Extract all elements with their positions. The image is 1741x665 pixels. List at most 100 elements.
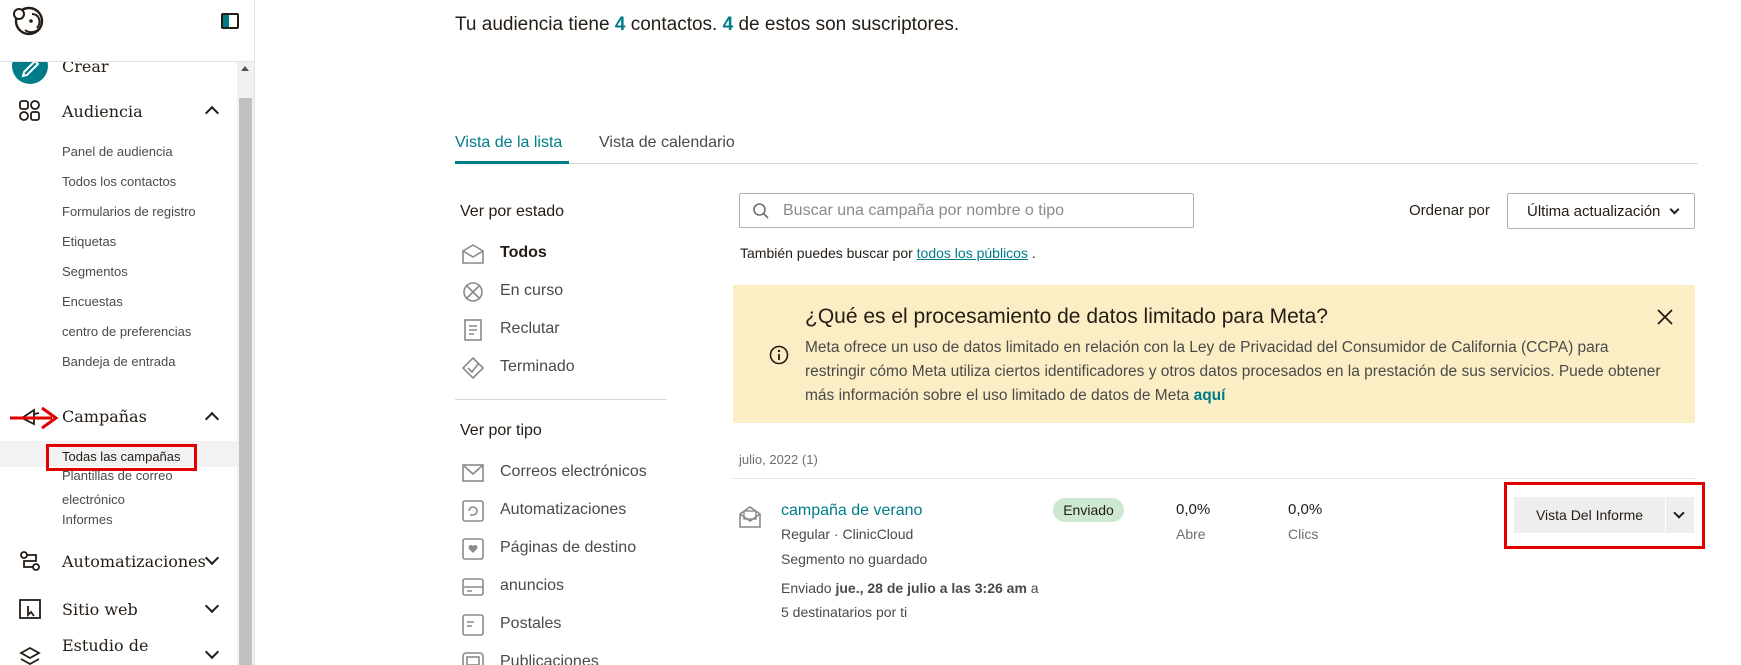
chevron-up-icon[interactable]: [204, 411, 220, 427]
sidebar-item-preferencias[interactable]: centro de preferencias: [62, 324, 191, 339]
filter-todos-label: Todos: [500, 244, 547, 261]
scroll-up-icon[interactable]: [241, 66, 249, 71]
sent-email-icon: [739, 506, 761, 528]
campaign-segment: Segmento no guardado: [781, 551, 928, 567]
draft-icon: [464, 319, 482, 341]
annotation-highlight-box: [46, 444, 197, 471]
sidebar-item-todos-contactos[interactable]: Todos los contactos: [62, 174, 176, 189]
filter-terminado-label: Terminado: [500, 358, 575, 375]
filter-automatizaciones-label: Automatizaciones: [500, 501, 627, 518]
campaign-name-link[interactable]: campaña de verano: [781, 502, 922, 520]
meta-info-banner: ¿Qué es el procesamiento de datos limita…: [733, 285, 1695, 423]
search-icon: [753, 203, 769, 219]
also-search-prefix: También puedes buscar por: [740, 245, 913, 261]
audience-summary: Tu audiencia tiene 4 contactos. 4 de est…: [455, 14, 959, 36]
also-search-suffix: .: [1031, 245, 1036, 261]
status-filter-heading: Ver por estado: [460, 203, 565, 220]
sidebar-item-panel-audiencia[interactable]: Panel de audiencia: [62, 144, 173, 159]
sent-date: jue., 28 de julio a las 3:26 am: [835, 580, 1027, 596]
sidebar-item-etiquetas[interactable]: Etiquetas: [62, 234, 116, 249]
audience-summary-prefix: Tu audiencia tiene: [455, 14, 610, 35]
social-post-icon: [462, 652, 484, 665]
website-icon: [19, 599, 41, 619]
audience-icon: [19, 100, 40, 121]
filter-paginas-destino-label: Páginas de destino: [500, 539, 637, 556]
automation-icon: [462, 500, 484, 522]
nav-audiencia[interactable]: Audiencia: [62, 102, 143, 121]
all-icon: [462, 244, 484, 264]
postcard-icon: [462, 614, 484, 636]
chevron-down-icon[interactable]: [204, 598, 220, 614]
scroll-thumb[interactable]: [239, 98, 252, 665]
nav-campanas[interactable]: Campañas: [62, 407, 147, 426]
contacts-count: 4: [614, 14, 626, 35]
sidebar-scrollbar[interactable]: [237, 62, 254, 665]
tab-vista-lista[interactable]: Vista de la lista: [455, 134, 569, 164]
open-rate-label: Abre: [1176, 526, 1206, 542]
email-icon: [462, 464, 484, 482]
sent-prefix: Enviado: [781, 580, 832, 596]
sidebar: Crear Audiencia Panel de audiencia Todos…: [0, 0, 255, 665]
banner-body: Meta ofrece un uso de datos limitado en …: [805, 336, 1665, 408]
sidebar-item-segmentos[interactable]: Segmentos: [62, 264, 128, 279]
filter-correos-label: Correos electrónicos: [500, 463, 647, 480]
view-tabs: Vista de la lista Vista de calendario: [455, 134, 1698, 164]
nav-automatizaciones[interactable]: Automatizaciones: [62, 552, 206, 571]
sidebar-item-bandeja[interactable]: Bandeja de entrada: [62, 354, 175, 369]
all-audiences-link[interactable]: todos los públicos: [917, 245, 1028, 261]
campaign-sent-info: Enviado jue., 28 de julio a las 3:26 am …: [781, 580, 1039, 596]
filter-divider: [455, 399, 667, 400]
annotation-highlight-box: [1504, 482, 1705, 549]
mailchimp-logo-icon[interactable]: [10, 2, 48, 40]
subscribers-count: 4: [722, 14, 734, 35]
campaign-type-audience: Regular · ClinicCloud: [781, 526, 914, 542]
sort-label: Ordenar por: [1409, 202, 1490, 219]
tab-vista-calendario[interactable]: Vista de calendario: [599, 134, 735, 164]
audience-summary-suffix: de estos son suscriptores.: [738, 14, 960, 35]
completed-icon: [461, 356, 485, 380]
chevron-down-icon[interactable]: [204, 550, 220, 566]
sidebar-item-plantillas-cont[interactable]: electrónico: [62, 492, 125, 507]
info-icon: [769, 345, 789, 365]
sidebar-item-plantillas[interactable]: Plantillas de correo: [62, 468, 173, 483]
click-rate-value: 0,0%: [1288, 501, 1323, 518]
sort-value: Última actualización: [1527, 203, 1661, 220]
nav-estudio[interactable]: Estudio de: [62, 636, 148, 655]
banner-link[interactable]: aquí: [1194, 387, 1226, 404]
sidebar-item-encuestas[interactable]: Encuestas: [62, 294, 123, 309]
in-progress-icon: [463, 282, 483, 302]
audience-summary-middle: contactos.: [630, 14, 718, 35]
annotation-arrow-icon: [10, 406, 59, 430]
banner-title: ¿Qué es el procesamiento de datos limita…: [805, 305, 1328, 328]
click-rate-label: Clics: [1288, 526, 1319, 542]
month-divider: [733, 478, 1695, 479]
search-input[interactable]: [783, 194, 1183, 227]
ads-icon: [462, 578, 484, 596]
open-rate-value: 0,0%: [1176, 501, 1211, 518]
filter-reclutar-label: Reclutar: [500, 320, 560, 337]
filter-publicaciones-label: Publicaciones: [500, 653, 599, 665]
campaign-recipients: 5 destinatarios por ti: [781, 604, 908, 620]
landing-page-icon: [462, 538, 484, 560]
sent-suffix: a: [1030, 580, 1039, 596]
sort-select[interactable]: Última actualización: [1507, 193, 1695, 229]
also-search-text: También puedes buscar por todos los públ…: [740, 245, 1036, 261]
sidebar-header: [0, 0, 254, 62]
sidebar-item-informes[interactable]: Informes: [62, 512, 113, 527]
filter-postales-label: Postales: [500, 615, 562, 632]
chevron-up-icon[interactable]: [204, 105, 220, 121]
studio-icon: [19, 646, 41, 665]
close-icon[interactable]: [1655, 307, 1675, 327]
chevron-down-icon: [1669, 204, 1680, 215]
nav-sitio-web[interactable]: Sitio web: [62, 600, 138, 619]
sidebar-collapse-icon[interactable]: [221, 13, 239, 29]
search-box: [739, 193, 1194, 228]
chevron-down-icon[interactable]: [204, 644, 220, 660]
filter-anuncios-label: anuncios: [500, 577, 565, 594]
status-badge: Enviado: [1053, 498, 1124, 522]
automation-icon: [20, 551, 40, 571]
sidebar-item-formularios[interactable]: Formularios de registro: [62, 204, 196, 219]
banner-body-text: Meta ofrece un uso de datos limitado en …: [805, 339, 1661, 404]
type-filter-heading: Ver por tipo: [460, 422, 542, 439]
month-heading: julio, 2022 (1): [739, 452, 818, 467]
